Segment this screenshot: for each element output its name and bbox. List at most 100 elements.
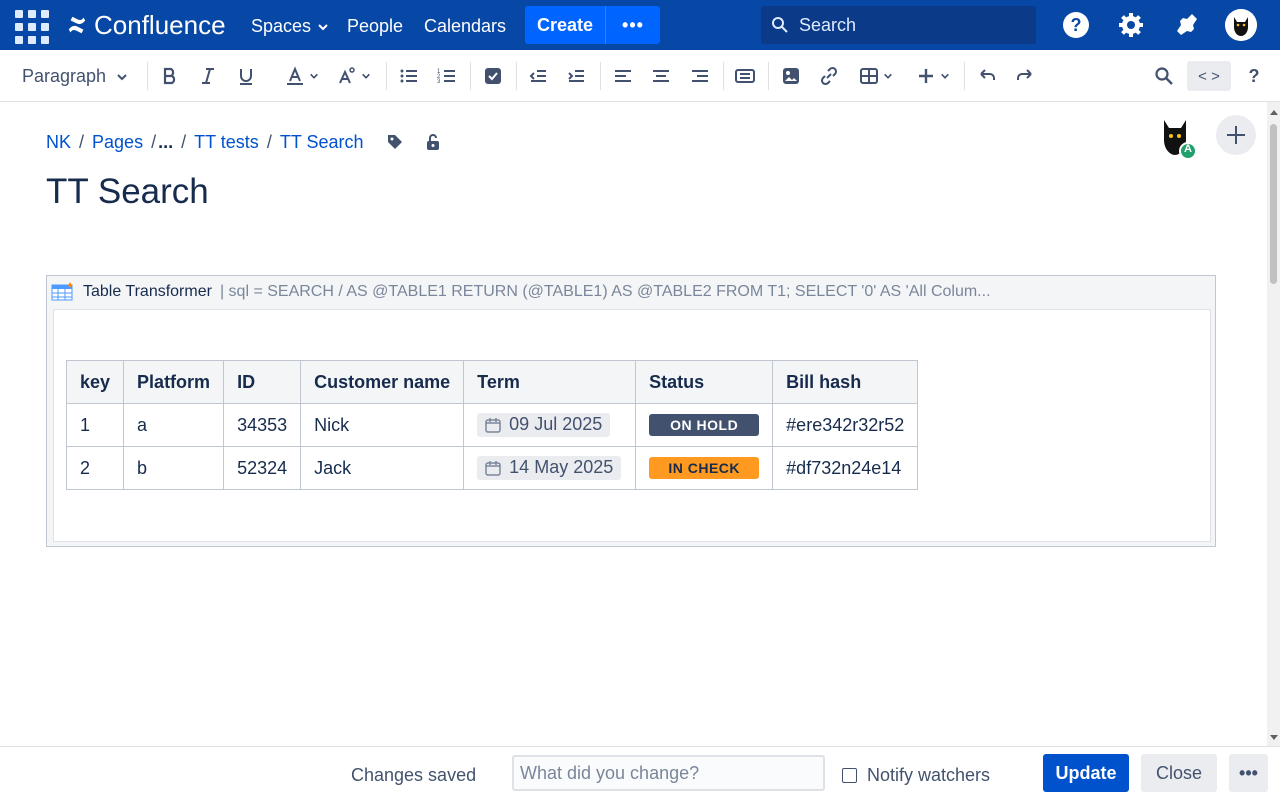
user-avatar[interactable]: [1225, 9, 1257, 41]
cell-bill-hash: #ere342r32r52: [772, 403, 919, 447]
chevron-down-icon: [117, 73, 127, 80]
collaborator-badge: A: [1184, 143, 1192, 155]
notifications-icon[interactable]: [1171, 10, 1201, 40]
save-status: Changes saved: [351, 765, 477, 785]
breadcrumb-separator: /: [151, 131, 157, 152]
toolbar-divider: [516, 62, 517, 90]
toolbar-divider: [964, 62, 965, 90]
breadcrumb-ellipsis[interactable]: ...: [158, 132, 173, 153]
checkbox-box[interactable]: [842, 768, 857, 783]
insert-more-button[interactable]: [912, 61, 954, 91]
change-description-input[interactable]: [512, 755, 825, 791]
nav-people[interactable]: People: [347, 16, 403, 37]
paragraph-style-select[interactable]: Paragraph: [22, 66, 128, 87]
date-chip[interactable]: 09 Jul 2025: [477, 412, 611, 437]
nav-spaces-label: Spaces: [251, 16, 312, 36]
chevron-down-icon: [362, 73, 370, 79]
chevron-down-icon: [318, 23, 328, 30]
table-row: 1 a 34353 Nick 09 Jul 2025 ON HOLD #ere3…: [65, 403, 919, 447]
add-collaborator-button[interactable]: [1216, 115, 1256, 155]
clear-formatting-button[interactable]: [333, 61, 375, 91]
plus-icon: [919, 69, 933, 83]
notify-watchers-checkbox[interactable]: Notify watchers: [842, 765, 990, 786]
source-editor-button[interactable]: < >: [1187, 61, 1231, 91]
text-color-button[interactable]: [281, 61, 323, 91]
undo-icon: [980, 69, 995, 80]
scroll-up-arrow[interactable]: [1270, 110, 1278, 115]
task-list-button[interactable]: [482, 61, 504, 91]
cell-key: 1: [65, 403, 125, 447]
unlock-icon[interactable]: [424, 133, 442, 151]
help-button[interactable]: ?: [1243, 61, 1265, 91]
app-switcher-icon[interactable]: [14, 9, 49, 44]
scrollbar-thumb[interactable]: [1270, 124, 1277, 284]
cell-customer: Jack: [300, 446, 465, 490]
more-actions-button[interactable]: •••: [1229, 754, 1268, 792]
settings-icon[interactable]: [1116, 10, 1146, 40]
date-chip[interactable]: 14 May 2025: [477, 455, 622, 480]
update-button[interactable]: Update: [1043, 754, 1129, 792]
create-button[interactable]: Create: [525, 6, 605, 44]
align-center-button[interactable]: [650, 61, 672, 91]
page-layout-button[interactable]: [734, 61, 756, 91]
status-badge[interactable]: ON HOLD: [649, 414, 760, 436]
collaborator-avatar[interactable]: A: [1156, 116, 1197, 160]
cell-customer: Nick: [300, 403, 465, 447]
scroll-down-arrow[interactable]: [1270, 735, 1278, 740]
insert-image-button[interactable]: [780, 61, 802, 91]
italic-button[interactable]: [197, 61, 219, 91]
outdent-button[interactable]: [527, 61, 549, 91]
cell-id: 52324: [223, 446, 302, 490]
bullet-list-button[interactable]: [398, 61, 420, 91]
find-replace-button[interactable]: [1153, 61, 1175, 91]
align-center-icon: [653, 70, 669, 82]
data-table: key Platform ID Customer name Term Statu…: [65, 360, 919, 490]
nav-spaces[interactable]: Spaces: [251, 16, 329, 37]
column-header: Platform: [123, 360, 225, 404]
text-color-icon: [287, 66, 303, 85]
macro-body: key Platform ID Customer name Term Statu…: [53, 309, 1211, 542]
editor-footer: Changes saved Notify watchers Update Clo…: [0, 746, 1280, 798]
confluence-logo[interactable]: Confluence: [66, 10, 226, 40]
chevron-down-icon: [884, 73, 892, 79]
notify-watchers-label: Notify watchers: [867, 765, 991, 785]
breadcrumb-current[interactable]: TT Search: [280, 132, 364, 153]
align-right-button[interactable]: [689, 61, 711, 91]
cell-term: 09 Jul 2025: [463, 403, 637, 447]
toolbar-divider: [386, 62, 387, 90]
search-placeholder: Search: [799, 14, 857, 35]
underline-button[interactable]: [235, 61, 257, 91]
bold-button[interactable]: [159, 61, 181, 91]
status-badge[interactable]: IN CHECK: [649, 457, 760, 479]
redo-button[interactable]: [1014, 61, 1036, 91]
insert-table-button[interactable]: [856, 61, 896, 91]
column-header: Status: [635, 360, 774, 404]
breadcrumb-separator: /: [79, 131, 85, 152]
page-title[interactable]: TT Search: [46, 172, 209, 212]
indent-button[interactable]: [565, 61, 587, 91]
align-right-icon: [692, 70, 708, 82]
bullet-list-icon: [400, 69, 417, 83]
column-header: key: [65, 360, 125, 404]
label-tag-icon[interactable]: [386, 133, 404, 151]
insert-link-button[interactable]: [818, 61, 840, 91]
search-input[interactable]: Search: [761, 6, 1036, 44]
nav-calendars[interactable]: Calendars: [424, 16, 506, 37]
link-icon: [820, 66, 838, 86]
breadcrumb-pages[interactable]: Pages: [92, 132, 143, 153]
table-transformer-macro[interactable]: Table Transformer | sql = SEARCH / AS @T…: [46, 275, 1216, 547]
bold-icon: [163, 67, 176, 85]
cell-status: IN CHECK: [635, 446, 774, 490]
undo-button[interactable]: [976, 61, 998, 91]
help-icon[interactable]: ?: [1061, 10, 1091, 40]
calendar-icon: [485, 417, 501, 433]
toolbar-divider: [147, 62, 148, 90]
align-left-button[interactable]: [612, 61, 634, 91]
close-button[interactable]: Close: [1141, 754, 1217, 792]
numbered-list-button[interactable]: 123: [436, 61, 458, 91]
page-scrollbar[interactable]: [1267, 102, 1280, 746]
create-more-button[interactable]: •••: [605, 6, 660, 44]
cell-platform: a: [123, 403, 225, 447]
breadcrumb-tt-tests[interactable]: TT tests: [194, 132, 259, 153]
breadcrumb-space[interactable]: NK: [46, 132, 71, 153]
